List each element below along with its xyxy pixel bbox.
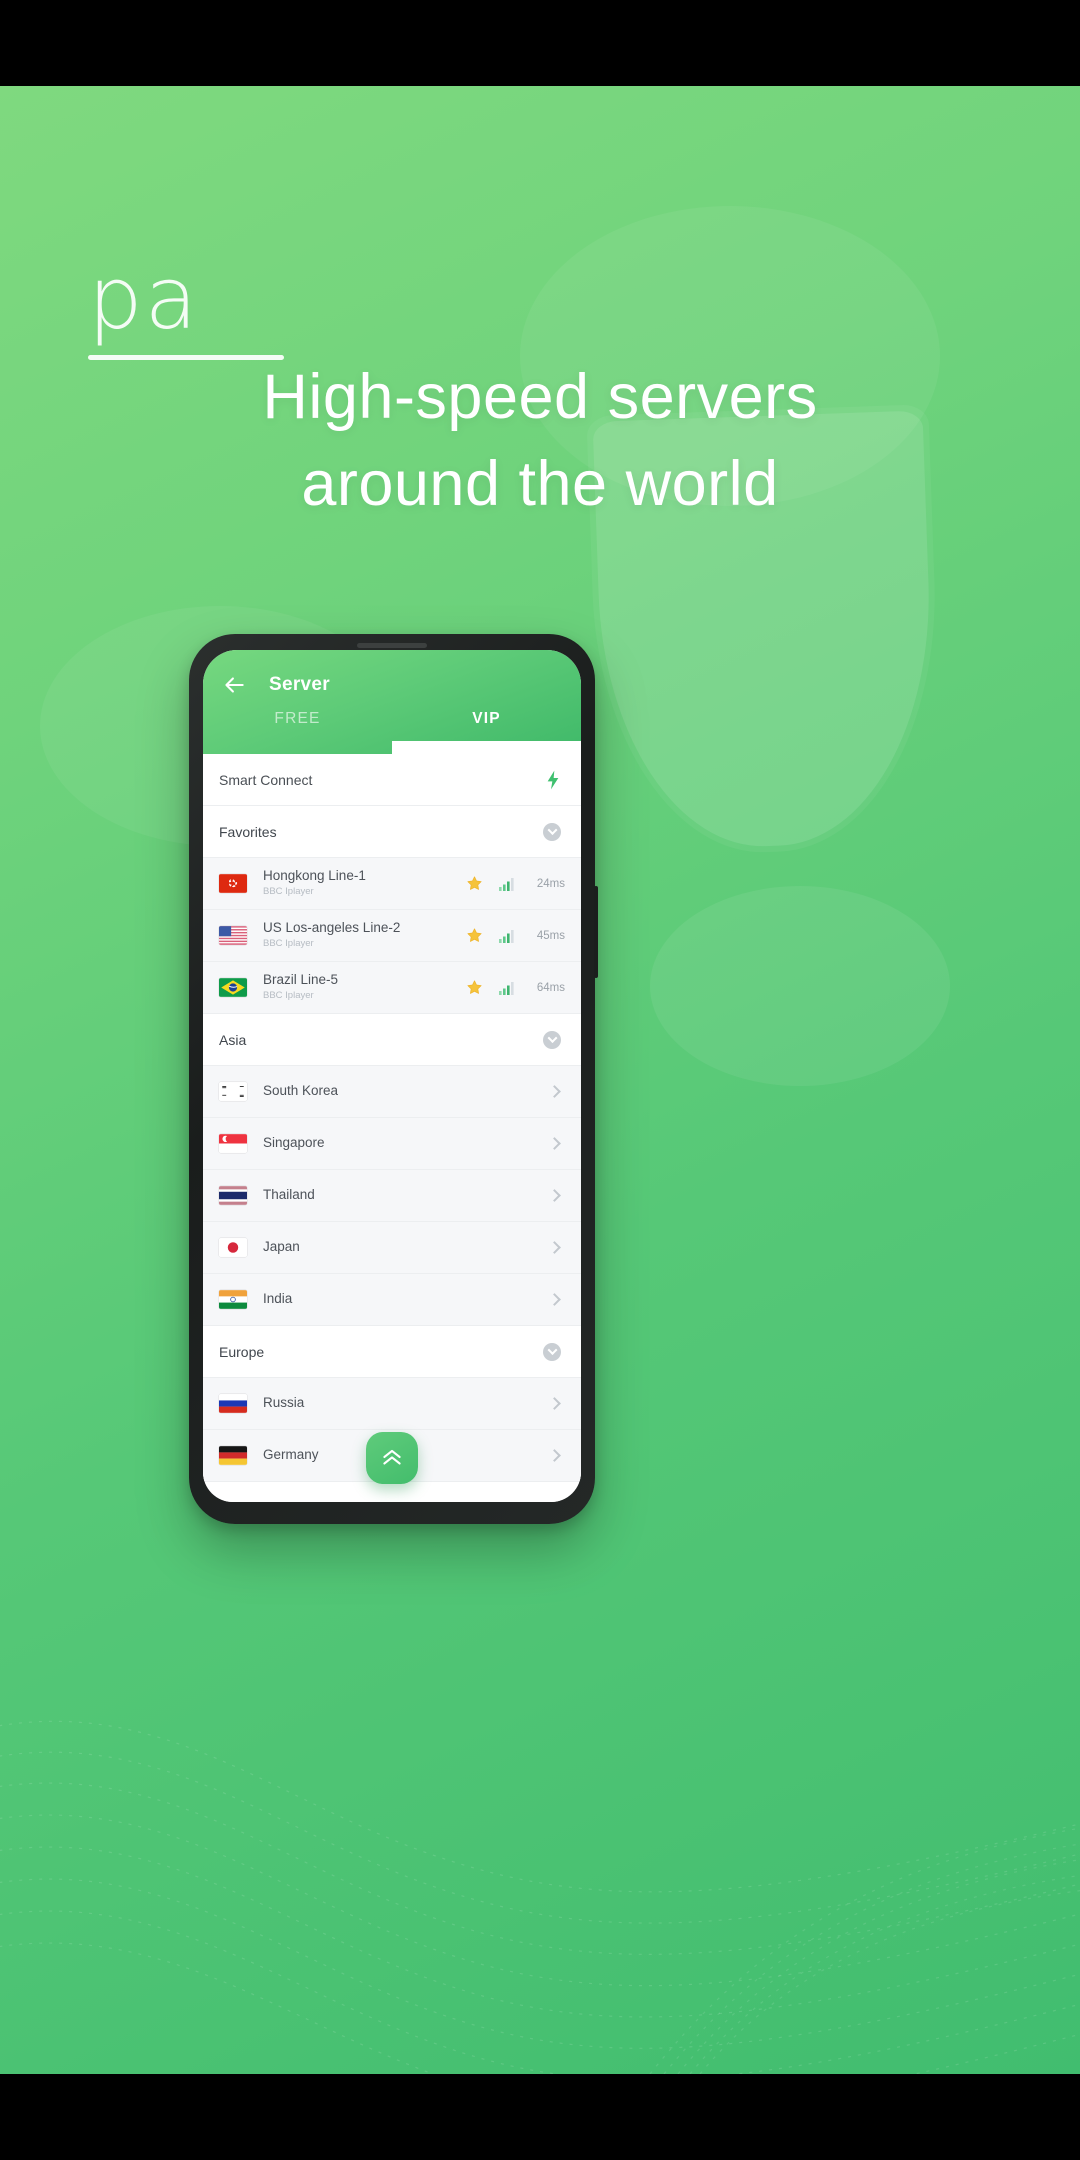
list-item[interactable]: Russia: [203, 1378, 581, 1430]
thailand-flag: [219, 1186, 247, 1205]
chevron-right-icon: [548, 1397, 561, 1410]
south-korea-flag: [219, 1082, 247, 1101]
server-subtitle: BBC Iplayer: [263, 990, 314, 1002]
section-header-asia[interactable]: Asia: [203, 1014, 581, 1066]
table-row[interactable]: US Los-angeles Line-2 BBC Iplayer 45ms: [203, 910, 581, 962]
wave-decoration: [0, 1720, 1080, 2074]
chevron-right-icon: [548, 1137, 561, 1150]
letterbox-top: [0, 0, 1080, 86]
double-chevron-up-icon: [383, 1449, 401, 1465]
server-name: Hongkong Line-1: [263, 868, 366, 884]
phone-earpiece: [357, 643, 427, 648]
page-title: Server: [269, 674, 330, 695]
list-item[interactable]: Japan: [203, 1222, 581, 1274]
latency-value: 45ms: [536, 929, 565, 942]
tab-free[interactable]: FREE: [203, 704, 392, 754]
chevron-down-circle-icon[interactable]: [543, 1342, 561, 1361]
section-header-favorites[interactable]: Favorites: [203, 806, 581, 858]
server-list[interactable]: Smart Connect Favorites Hongkong Line-1 …: [203, 754, 581, 1502]
phone-screen: Server FREE VIP Smart Connect Favorites …: [203, 650, 581, 1502]
row-smart-connect[interactable]: Smart Connect: [203, 754, 581, 806]
country-name: Russia: [263, 1395, 305, 1411]
india-flag: [219, 1290, 247, 1309]
smart-connect-label: Smart Connect: [219, 771, 313, 788]
logo-wordmark: pa: [88, 249, 200, 349]
list-item[interactable]: Singapore: [203, 1118, 581, 1170]
germany-flag: [219, 1446, 247, 1465]
server-name: Brazil Line-5: [263, 972, 339, 988]
headline-line-1: High-speed servers: [262, 362, 818, 432]
latency-value: 64ms: [536, 981, 565, 994]
country-name: Singapore: [263, 1135, 325, 1151]
server-subtitle: BBC Iplayer: [263, 886, 314, 898]
chevron-right-icon: [548, 1189, 561, 1202]
chevron-down-circle-icon[interactable]: [543, 822, 561, 841]
section-header-europe[interactable]: Europe: [203, 1326, 581, 1378]
section-title: Favorites: [219, 823, 277, 840]
latency-value: 24ms: [536, 877, 565, 890]
table-row[interactable]: Hongkong Line-1 BBC Iplayer 24ms: [203, 858, 581, 910]
scroll-to-top-button[interactable]: [366, 1432, 418, 1484]
japan-flag: [219, 1238, 247, 1257]
chevron-down-circle-icon[interactable]: [543, 1030, 561, 1049]
list-item[interactable]: South Korea: [203, 1066, 581, 1118]
country-name: India: [263, 1291, 293, 1307]
headline-line-2: around the world: [301, 448, 779, 519]
server-subtitle: BBC Iplayer: [263, 938, 314, 950]
russia-flag: [219, 1394, 247, 1413]
hongkong-flag: [219, 874, 247, 893]
list-item[interactable]: Thailand: [203, 1170, 581, 1222]
country-name: South Korea: [263, 1083, 339, 1099]
section-title: Europe: [219, 1343, 265, 1360]
phone-mockup: Server FREE VIP Smart Connect Favorites …: [189, 634, 598, 1524]
app-header: Server FREE VIP: [203, 650, 581, 754]
letterbox-bottom: [0, 2074, 1080, 2160]
server-name: US Los-angeles Line-2: [263, 920, 401, 936]
chevron-right-icon: [548, 1449, 561, 1462]
signal-bars-icon: [499, 877, 514, 891]
signal-bars-icon: [499, 981, 514, 995]
screenshot-stage: pa High-speed servers around the world S…: [0, 0, 1080, 2160]
brand-logo: pa: [88, 249, 284, 361]
country-name: Germany: [263, 1447, 319, 1463]
country-name: Thailand: [263, 1187, 315, 1203]
star-icon[interactable]: [466, 875, 483, 892]
phone-side-button: [594, 886, 598, 978]
chevron-right-icon: [548, 1241, 561, 1254]
star-icon[interactable]: [466, 927, 483, 944]
back-arrow-icon[interactable]: [221, 672, 247, 698]
singapore-flag: [219, 1134, 247, 1153]
chevron-right-icon: [548, 1085, 561, 1098]
section-title: Asia: [219, 1031, 247, 1048]
brazil-flag: [219, 978, 247, 997]
country-name: Japan: [263, 1239, 300, 1255]
us-flag: [219, 926, 247, 945]
list-item[interactable]: India: [203, 1274, 581, 1326]
lightning-bolt-icon: [547, 770, 559, 789]
promo-headline: High-speed servers around the world: [0, 354, 1080, 528]
promo-background: pa High-speed servers around the world S…: [0, 86, 1080, 2074]
table-row[interactable]: Brazil Line-5 BBC Iplayer 64ms: [203, 962, 581, 1014]
signal-bars-icon: [499, 929, 514, 943]
star-icon[interactable]: [466, 979, 483, 996]
chevron-right-icon: [548, 1293, 561, 1306]
active-tab-sheet-step: [392, 741, 581, 754]
background-blotch: [650, 886, 950, 1086]
